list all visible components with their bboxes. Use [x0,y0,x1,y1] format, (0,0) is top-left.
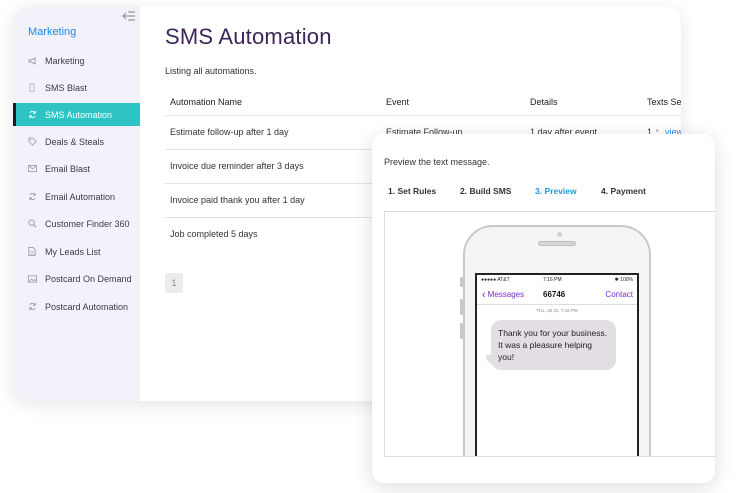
sms-preview-panel: Preview the text message. 1. Set Rules 2… [372,134,715,483]
contact-button[interactable]: Contact [605,290,633,299]
sidebar-item-label: SMS Automation [45,109,113,120]
automation-name: Invoice paid thank you after 1 day [170,195,305,205]
phone-screen: ●●●●● AT&T 7:16 PM ✱ 100% ‹ Messages 667… [475,273,639,456]
automation-name: Estimate follow-up after 1 day [170,127,289,137]
automation-name: Invoice due reminder after 3 days [170,161,304,171]
search-icon [27,219,37,228]
step-set-rules[interactable]: 1. Set Rules [388,186,436,196]
speaker-grille [538,241,576,246]
chevron-left-icon: ‹ [482,288,486,301]
sidebar-title: Marketing [28,26,77,38]
sidebar-item-postcard-on-demand[interactable]: Postcard On Demand [13,267,140,290]
phone-icon [27,83,37,92]
sidebar-item-sms-automation[interactable]: SMS Automation [13,103,140,126]
status-time: 7:16 PM [543,277,562,283]
sidebar-item-email-automation[interactable]: Email Automation [13,185,140,208]
sync-icon [27,110,37,119]
sms-message-bubble: Thank you for your business. It was a pl… [491,320,616,370]
sidebar-item-label: Postcard On Demand [45,273,132,284]
camera-dot [557,232,562,237]
document-icon [27,247,37,256]
page-title: SMS Automation [165,24,332,49]
megaphone-icon [27,56,37,65]
sender-number: 66746 [543,290,566,299]
sidebar-item-sms-blast[interactable]: SMS Blast [13,76,140,99]
battery-indicator: ✱ 100% [614,277,633,283]
tag-icon [27,137,37,146]
table-header: Automation Name Event Details Texts Se [165,92,681,116]
step-preview[interactable]: 3. Preview [535,186,577,196]
sidebar-item-label: Deals & Steals [45,136,105,147]
preview-instruction: Preview the text message. [384,157,490,167]
sidebar-item-email-blast[interactable]: Email Blast [13,157,140,180]
sidebar: Marketing Marketing SMS Blast SMS Automa… [13,6,140,401]
column-header: Automation Name [170,97,243,107]
carrier-signal: ●●●●● AT&T [481,277,510,283]
sidebar-item-label: Customer Finder 360 [45,218,130,229]
column-header: Event [386,97,410,107]
sync-icon [27,302,37,311]
collapse-sidebar-icon[interactable] [122,11,136,23]
envelope-icon [27,165,37,172]
sidebar-item-my-leads-list[interactable]: My Leads List [13,240,140,263]
sidebar-item-label: SMS Blast [45,82,88,93]
step-payment[interactable]: 4. Payment [601,186,646,196]
phone-preview-area: ●●●●● AT&T 7:16 PM ✱ 100% ‹ Messages 667… [384,211,715,457]
back-label: Messages [487,290,525,299]
phone-side-button [460,277,463,287]
sidebar-item-label: My Leads List [45,246,101,257]
sidebar-item-label: Email Automation [45,191,116,202]
messages-navbar: ‹ Messages 66746 Contact [477,285,637,305]
phone-side-button [460,323,463,339]
sidebar-item-postcard-automation[interactable]: Postcard Automation [13,295,140,318]
sidebar-item-marketing[interactable]: Marketing [13,49,140,72]
sidebar-item-label: Postcard Automation [45,301,129,312]
messages-back-button[interactable]: ‹ Messages [482,288,525,301]
page-subtitle: Listing all automations. [165,66,257,76]
image-icon [27,274,37,283]
phone-side-button [460,299,463,315]
step-build-sms[interactable]: 2. Build SMS [460,186,511,196]
sidebar-item-label: Email Blast [45,163,91,174]
phone-mockup: ●●●●● AT&T 7:16 PM ✱ 100% ‹ Messages 667… [460,225,651,456]
pagination-page-button[interactable]: 1 [165,273,183,293]
status-bar: ●●●●● AT&T 7:16 PM ✱ 100% [477,275,637,285]
sidebar-item-label: Marketing [45,55,85,66]
automation-name: Job completed 5 days [170,229,258,239]
message-timestamp: Thu, Jul 31, 7:16 PM [536,308,578,313]
column-header: Details [530,97,558,107]
sidebar-item-customer-finder[interactable]: Customer Finder 360 [13,212,140,235]
column-header: Texts Se [647,97,681,107]
sync-icon [27,192,37,201]
sidebar-item-deals-steals[interactable]: Deals & Steals [13,130,140,153]
